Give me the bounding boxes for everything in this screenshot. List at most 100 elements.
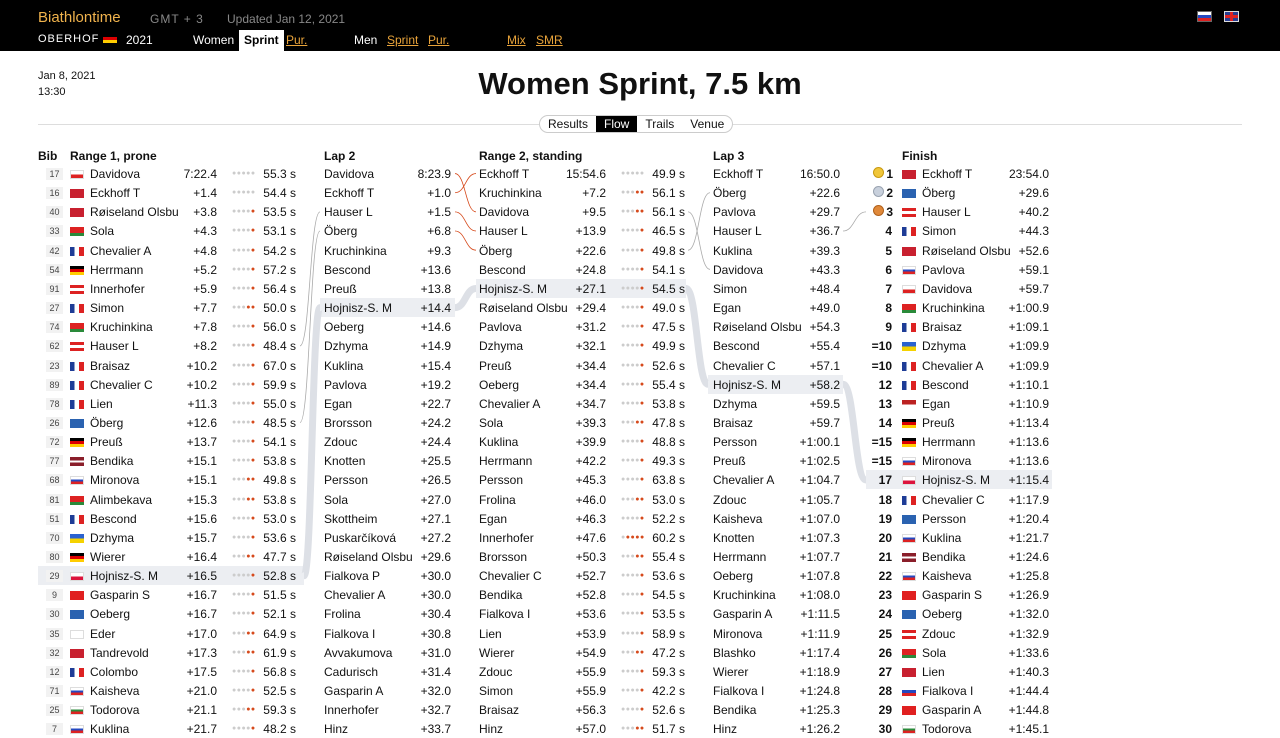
athlete-name[interactable]: Chevalier A	[922, 359, 983, 373]
athlete-name[interactable]: Gasparin A	[713, 607, 772, 621]
athlete-name[interactable]: Kruchinkina	[479, 186, 542, 200]
athlete-name[interactable]: Preuß	[713, 454, 746, 468]
russian-language-icon[interactable]	[1197, 11, 1212, 22]
athlete-name[interactable]: Egan	[324, 397, 352, 411]
athlete-name[interactable]: Oeberg	[922, 607, 962, 621]
athlete-name[interactable]: Bendika	[713, 703, 756, 717]
athlete-name[interactable]: Eder	[90, 627, 115, 641]
athlete-name[interactable]: Mironova	[713, 627, 762, 641]
athlete-name[interactable]: Brorsson	[324, 416, 372, 430]
table-row[interactable]: 32 Tandrevold +17.3 ●●●●● 61.9 s Avvakumova +3…	[0, 643, 1280, 662]
athlete-name[interactable]: Tandrevold	[90, 646, 149, 660]
table-row[interactable]: 72 Preuß +13.7 ●●●●● 54.1 s Zdouc +24.4 Kuklina…	[0, 432, 1280, 451]
athlete-name[interactable]: Hauser L	[713, 224, 762, 238]
table-row[interactable]: 26 Öberg +12.6 ●●●●● 48.5 s Brorsson +24.2 Sola…	[0, 413, 1280, 432]
athlete-name[interactable]: Kuklina	[324, 359, 363, 373]
athlete-name[interactable]: Frolina	[324, 607, 361, 621]
athlete-name[interactable]: Kruchinkina	[90, 320, 153, 334]
athlete-name[interactable]: Blashko	[713, 646, 756, 660]
athlete-name[interactable]: Bescond	[90, 512, 137, 526]
athlete-name[interactable]: Hauser L	[479, 224, 528, 238]
athlete-name[interactable]: Persson	[324, 473, 368, 487]
tab-trails[interactable]: Trails	[637, 116, 682, 132]
athlete-name[interactable]: Avvakumova	[324, 646, 392, 660]
table-row[interactable]: 12 Colombo +17.5 ●●●●● 56.8 s Cadurisch +31.4 Z…	[0, 662, 1280, 681]
athlete-name[interactable]: Hauser L	[90, 339, 139, 353]
athlete-name[interactable]: Dzhyma	[479, 339, 523, 353]
athlete-name[interactable]: Zdouc	[479, 665, 512, 679]
athlete-name[interactable]: Bescond	[922, 378, 969, 392]
athlete-name[interactable]: Kruchinkina	[922, 301, 985, 315]
athlete-name[interactable]: Fialkova I	[324, 627, 375, 641]
athlete-name[interactable]: Bescond	[324, 263, 371, 277]
athlete-name[interactable]: Herrmann	[90, 263, 143, 277]
athlete-name[interactable]: Todorova	[90, 703, 139, 717]
athlete-name[interactable]: Zdouc	[324, 435, 357, 449]
athlete-name[interactable]: Egan	[479, 512, 507, 526]
athlete-name[interactable]: Sola	[479, 416, 503, 430]
table-row[interactable]: 33 Sola +4.3 ●●●●● 53.1 s Öberg +6.8 Hauser L +1…	[0, 221, 1280, 240]
athlete-name[interactable]: Chevalier C	[90, 378, 153, 392]
athlete-name[interactable]: Innerhofer	[324, 703, 379, 717]
athlete-name[interactable]: Kuklina	[713, 244, 752, 258]
table-row[interactable]: 71 Kaisheva +21.0 ●●●●● 52.5 s Gasparin A +32.…	[0, 681, 1280, 700]
athlete-name[interactable]: Hojnisz-S. M	[713, 378, 781, 392]
athlete-name[interactable]: Pavlova	[324, 378, 367, 392]
table-row[interactable]: 51 Bescond +15.6 ●●●●● 53.0 s Skottheim +27.1 E…	[0, 509, 1280, 528]
athlete-name[interactable]: Eckhoff T	[713, 167, 763, 181]
tab-men-pursuit[interactable]: Pur.	[428, 33, 449, 47]
athlete-name[interactable]: Simon	[713, 282, 747, 296]
athlete-name[interactable]: Simon	[922, 224, 956, 238]
athlete-name[interactable]: Davidova	[479, 205, 529, 219]
table-row[interactable]: 89 Chevalier C +10.2 ●●●●● 59.9 s Pavlova +19.…	[0, 375, 1280, 394]
athlete-name[interactable]: Hinz	[479, 722, 503, 736]
athlete-name[interactable]: Bendika	[479, 588, 522, 602]
tab-single-mixed-relay[interactable]: SMR	[536, 33, 563, 47]
athlete-name[interactable]: Chevalier A	[324, 588, 385, 602]
athlete-name[interactable]: Braisaz	[90, 359, 130, 373]
tab-mixed-relay[interactable]: Mix	[507, 33, 526, 47]
athlete-name[interactable]: Alimbekava	[90, 493, 152, 507]
athlete-name[interactable]: Pavlova	[922, 263, 965, 277]
athlete-name[interactable]: Wierer	[90, 550, 125, 564]
athlete-name[interactable]: Preuß	[90, 435, 123, 449]
athlete-name[interactable]: Wierer	[713, 665, 748, 679]
athlete-name[interactable]: Pavlova	[479, 320, 522, 334]
athlete-name[interactable]: Persson	[713, 435, 757, 449]
athlete-name[interactable]: Fialkova I	[713, 684, 764, 698]
athlete-name[interactable]: Davidova	[713, 263, 763, 277]
athlete-name[interactable]: Herrmann	[922, 435, 975, 449]
athlete-name[interactable]: Kruchinkina	[713, 588, 776, 602]
athlete-name[interactable]: Oeberg	[479, 378, 519, 392]
athlete-name[interactable]: Fialkova I	[479, 607, 530, 621]
athlete-name[interactable]: Egan	[922, 397, 950, 411]
table-row[interactable]: 42 Chevalier A +4.8 ●●●●● 54.2 s Kruchinkina +…	[0, 241, 1280, 260]
athlete-name[interactable]: Bescond	[713, 339, 760, 353]
athlete-name[interactable]: Dzhyma	[324, 339, 368, 353]
athlete-name[interactable]: Zdouc	[922, 627, 955, 641]
table-row[interactable]: 68 Mironova +15.1 ●●●●● 49.8 s Persson +26.5 Pe…	[0, 470, 1280, 489]
table-row[interactable]: 91 Innerhofer +5.9 ●●●●● 56.4 s Preuß +13.8 Hoj…	[0, 279, 1280, 298]
athlete-name[interactable]: Kaisheva	[90, 684, 139, 698]
athlete-name[interactable]: Innerhofer	[90, 282, 145, 296]
table-row[interactable]: 7 Kuklina +21.7 ●●●●● 48.2 s Hinz +33.7 Hinz +57…	[0, 719, 1280, 738]
athlete-name[interactable]: Kuklina	[479, 435, 518, 449]
athlete-name[interactable]: Simon	[479, 684, 513, 698]
athlete-name[interactable]: Todorova	[922, 722, 971, 736]
athlete-name[interactable]: Colombo	[90, 665, 138, 679]
athlete-name[interactable]: Braisaz	[713, 416, 753, 430]
table-row[interactable]: 40 Røiseland Olsbu +3.8 ●●●●● 53.5 s Hauser L…	[0, 202, 1280, 221]
athlete-name[interactable]: Egan	[713, 301, 741, 315]
athlete-name[interactable]: Oeberg	[324, 320, 364, 334]
athlete-name[interactable]: Zdouc	[713, 493, 746, 507]
athlete-name[interactable]: Eckhoff T	[324, 186, 374, 200]
athlete-name[interactable]: Persson	[479, 473, 523, 487]
athlete-name[interactable]: Davidova	[922, 282, 972, 296]
athlete-name[interactable]: Braisaz	[479, 703, 519, 717]
table-row[interactable]: 29 Hojnisz-S. M +16.5 ●●●●● 52.8 s Fialkova P…	[0, 566, 1280, 585]
athlete-name[interactable]: Oeberg	[713, 569, 753, 583]
athlete-name[interactable]: Öberg	[90, 416, 123, 430]
athlete-name[interactable]: Gasparin A	[324, 684, 383, 698]
athlete-name[interactable]: Hinz	[324, 722, 348, 736]
athlete-name[interactable]: Frolina	[479, 493, 516, 507]
